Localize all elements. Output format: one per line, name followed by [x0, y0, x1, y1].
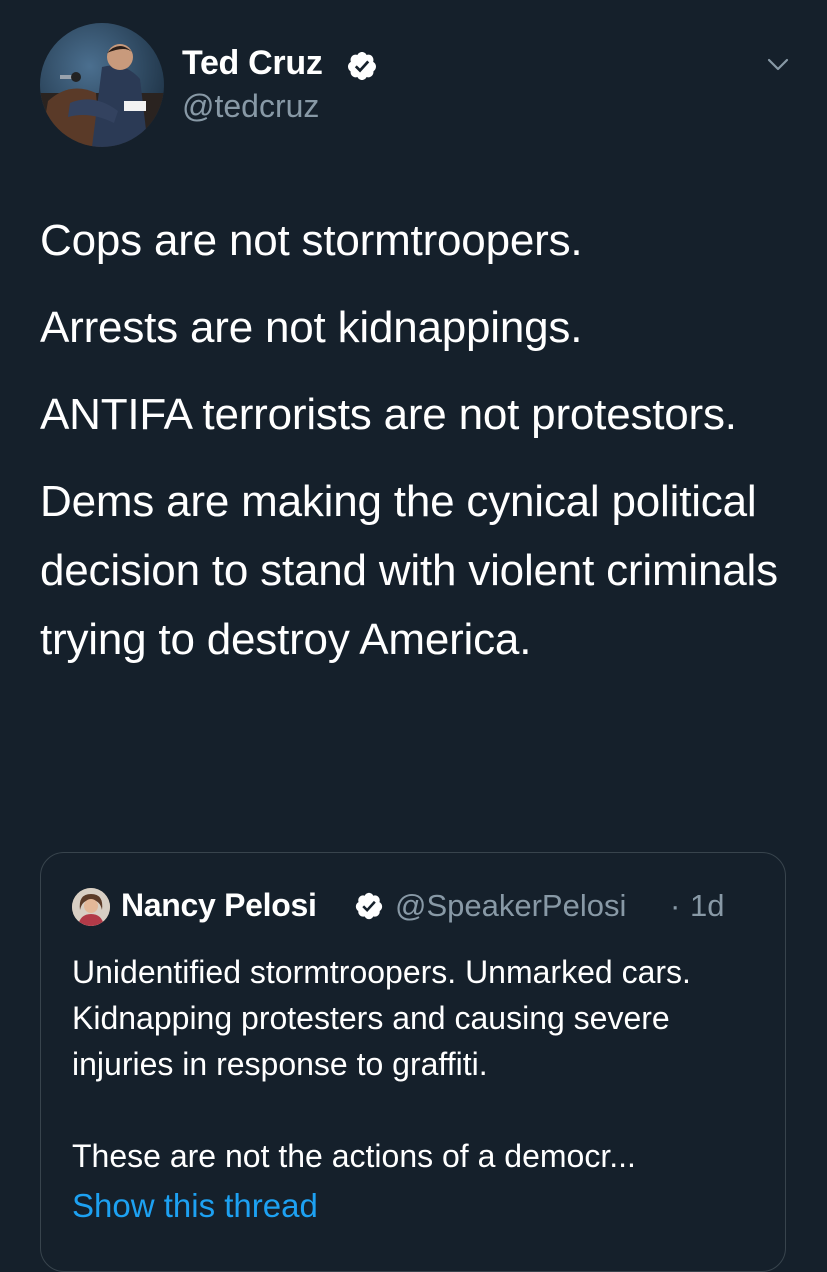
chevron-down-icon[interactable]: [764, 50, 792, 78]
quoted-author-avatar: [72, 888, 110, 926]
quoted-author-display-name[interactable]: Nancy Pelosi: [121, 887, 317, 924]
tweet-paragraph: Arrests are not kidnappings.: [40, 303, 583, 352]
tweet-paragraph: ANTIFA terrorists are not protestors.: [40, 390, 737, 439]
quoted-tweet-text: Unidentified stormtroopers. Unmarked car…: [72, 949, 772, 1179]
quoted-tweet[interactable]: Nancy Pelosi @SpeakerPelosi · 1d Unident…: [40, 852, 786, 1272]
quoted-text-line: These are not the actions of a democr...: [72, 1138, 636, 1174]
quoted-text-line: Unidentified stormtroopers. Unmarked car…: [72, 954, 691, 1082]
author-display-name[interactable]: Ted Cruz: [182, 44, 323, 83]
verified-badge-icon: [355, 892, 383, 920]
author-avatar[interactable]: [40, 23, 164, 147]
meta-separator: ·: [670, 888, 681, 923]
quoted-author-handle[interactable]: @SpeakerPelosi: [395, 888, 626, 924]
tweet-text: Cops are not stormtroopers. Arrests are …: [40, 206, 800, 692]
quoted-timestamp[interactable]: 1d: [690, 888, 724, 924]
tweet-paragraph: Cops are not stormtroopers.: [40, 216, 583, 265]
show-thread-link[interactable]: Show this thread: [72, 1187, 318, 1225]
tweet-paragraph: Dems are making the cynical political de…: [40, 477, 778, 664]
author-handle[interactable]: @tedcruz: [182, 88, 319, 125]
verified-badge-icon: [347, 52, 376, 80]
